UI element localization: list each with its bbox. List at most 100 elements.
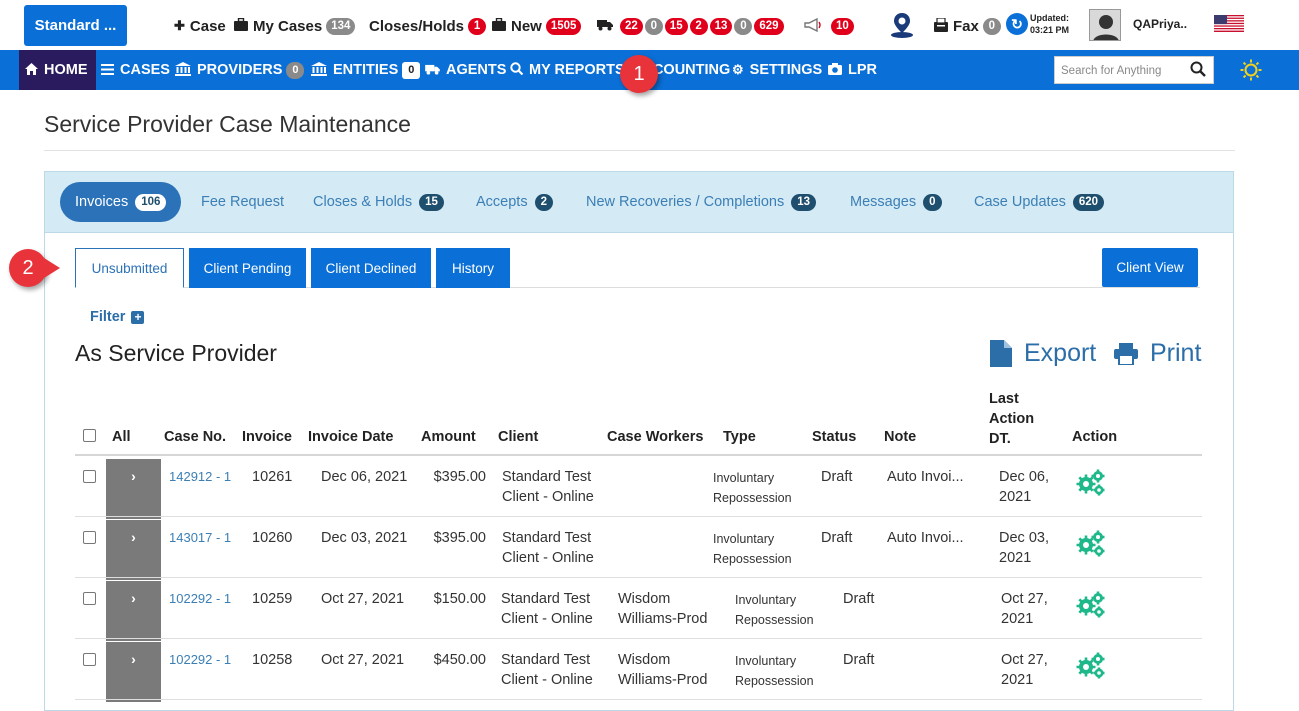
row-expand-button[interactable]: › — [106, 520, 161, 580]
tab-fee-request[interactable]: Fee Request — [201, 182, 284, 222]
nav-home[interactable]: HOME — [25, 61, 88, 79]
row-checkbox[interactable] — [83, 653, 96, 666]
subtab-client-declined[interactable]: Client Declined — [311, 248, 431, 288]
subtab-client-pending[interactable]: Client Pending — [189, 248, 306, 288]
row-expand-button[interactable]: › — [106, 642, 161, 702]
subtab-unsubmitted[interactable]: Unsubmitted — [75, 248, 184, 288]
plus-icon: + — [131, 310, 145, 324]
nav-my-reports[interactable]: MY REPORTS — [510, 61, 625, 79]
case-no-link[interactable]: 102292 - 1 — [169, 650, 231, 670]
row-expand-button[interactable]: › — [106, 459, 161, 519]
client-view-button[interactable]: Client View — [1102, 248, 1198, 287]
tab-messages[interactable]: Messages 0 — [850, 182, 942, 222]
home-icon — [25, 62, 38, 78]
briefcase-icon — [492, 17, 506, 34]
case-type: Involuntary Repossession — [735, 593, 814, 627]
briefcase-icon — [234, 17, 248, 34]
amount: $395.00 — [433, 530, 486, 546]
tab-invoices[interactable]: Invoices 106 — [60, 182, 182, 222]
divider — [44, 150, 1235, 151]
truck-count-badge[interactable]: 22 — [620, 17, 643, 35]
truck-count-badge[interactable]: 629 — [754, 17, 784, 35]
col-header-amount[interactable]: Amount — [421, 429, 476, 445]
announcements-link[interactable]: 10 — [804, 15, 854, 37]
truck-icon — [425, 63, 440, 78]
amount: $395.00 — [433, 469, 486, 485]
case-no-link[interactable]: 142912 - 1 — [169, 467, 231, 487]
nav-settings[interactable]: ⚙ SETTINGS — [732, 61, 822, 79]
client-name: Standard Test Client - Online — [501, 652, 593, 688]
col-header-last-action-dt[interactable]: Last Action DT. — [989, 389, 1034, 449]
closes-holds-count-badge: 1 — [468, 17, 487, 35]
my-cases-link[interactable]: My Cases 134 — [234, 15, 356, 37]
truck-count-badge[interactable]: 0 — [644, 17, 663, 35]
tab-case-updates[interactable]: Case Updates 620 — [974, 182, 1105, 222]
col-header-invoice-date[interactable]: Invoice Date — [308, 429, 393, 445]
truck-count-badge[interactable]: 0 — [734, 17, 753, 35]
invoice-number: 10260 — [252, 530, 293, 546]
col-header-note[interactable]: Note — [884, 429, 916, 445]
cogs-icon[interactable] — [1075, 468, 1107, 496]
username[interactable]: QAPriya.. — [1133, 17, 1187, 31]
brand-button[interactable]: Standard ... — [24, 5, 127, 46]
tab-count-badge: 13 — [791, 193, 817, 211]
status-text: Draft — [821, 530, 853, 546]
last-action-date: Oct 27, 2021 — [1001, 652, 1048, 688]
case-no-link[interactable]: 102292 - 1 — [169, 589, 231, 609]
new-link[interactable]: New 1505 — [492, 15, 582, 37]
fax-link[interactable]: Fax 0 — [934, 15, 1001, 37]
print-button[interactable]: Print — [1114, 339, 1201, 368]
col-header-status[interactable]: Status — [812, 429, 856, 445]
subtab-history[interactable]: History — [436, 248, 510, 288]
select-all-checkbox[interactable] — [83, 429, 96, 442]
col-header-case-workers[interactable]: Case Workers — [607, 429, 703, 445]
col-header-case-no[interactable]: Case No. — [164, 429, 226, 445]
col-header-all: All — [112, 429, 131, 445]
note-text: Auto Invoi... — [887, 469, 964, 485]
nav-cases[interactable]: CASES — [101, 61, 170, 79]
case-workers: Wisdom Williams-Prod — [618, 652, 708, 688]
closes-holds-link[interactable]: Closes/Holds 1 — [369, 15, 487, 37]
search-icon[interactable] — [1190, 61, 1208, 79]
refresh-icon[interactable]: ↻ — [1006, 13, 1028, 35]
col-header-invoice[interactable]: Invoice — [242, 429, 292, 445]
tab-count-badge: 2 — [534, 193, 553, 211]
case-no-link[interactable]: 143017 - 1 — [169, 528, 231, 548]
table-header-divider — [75, 454, 1202, 456]
col-header-type[interactable]: Type — [723, 429, 756, 445]
map-pin-icon[interactable] — [889, 11, 915, 44]
truck-status-group[interactable]: 22 0 15 2 13 0 629 — [597, 15, 784, 37]
callout-2: 2 — [9, 249, 47, 287]
chevron-right-icon: › — [131, 468, 136, 484]
row-checkbox[interactable] — [83, 531, 96, 544]
us-flag-icon[interactable] — [1214, 15, 1244, 32]
file-icon — [990, 340, 1012, 367]
sun-icon[interactable] — [1240, 59, 1262, 81]
tab-count-badge: 106 — [135, 193, 167, 211]
truck-count-badge[interactable]: 13 — [709, 17, 733, 35]
nav-entities[interactable]: ENTITIES 0 — [311, 61, 421, 79]
truck-count-badge[interactable]: 2 — [689, 17, 708, 35]
tab-new-recoveries[interactable]: New Recoveries / Completions 13 — [586, 182, 817, 222]
truck-count-badge[interactable]: 15 — [664, 17, 688, 35]
row-checkbox[interactable] — [83, 470, 96, 483]
nav-lpr[interactable]: LPR — [828, 61, 877, 79]
camera-icon — [828, 62, 842, 78]
nav-agents[interactable]: AGENTS — [425, 61, 506, 79]
new-case-link[interactable]: ✚ Case — [174, 15, 226, 37]
user-avatar[interactable] — [1089, 9, 1121, 41]
export-button[interactable]: Export — [990, 339, 1096, 368]
nav-providers[interactable]: PROVIDERS 0 — [175, 61, 305, 79]
row-expand-button[interactable]: › — [106, 581, 161, 641]
col-header-client[interactable]: Client — [498, 429, 538, 445]
cogs-icon[interactable] — [1075, 529, 1107, 557]
cogs-icon[interactable] — [1075, 590, 1107, 618]
col-header-action: Action — [1072, 429, 1118, 445]
row-checkbox[interactable] — [83, 592, 96, 605]
filter-toggle[interactable]: Filter + — [90, 309, 145, 325]
row-divider — [75, 638, 1202, 639]
gear-icon: ⚙ — [732, 62, 744, 77]
cogs-icon[interactable] — [1075, 651, 1107, 679]
tab-accepts[interactable]: Accepts 2 — [476, 182, 553, 222]
tab-closes-holds[interactable]: Closes & Holds 15 — [313, 182, 444, 222]
